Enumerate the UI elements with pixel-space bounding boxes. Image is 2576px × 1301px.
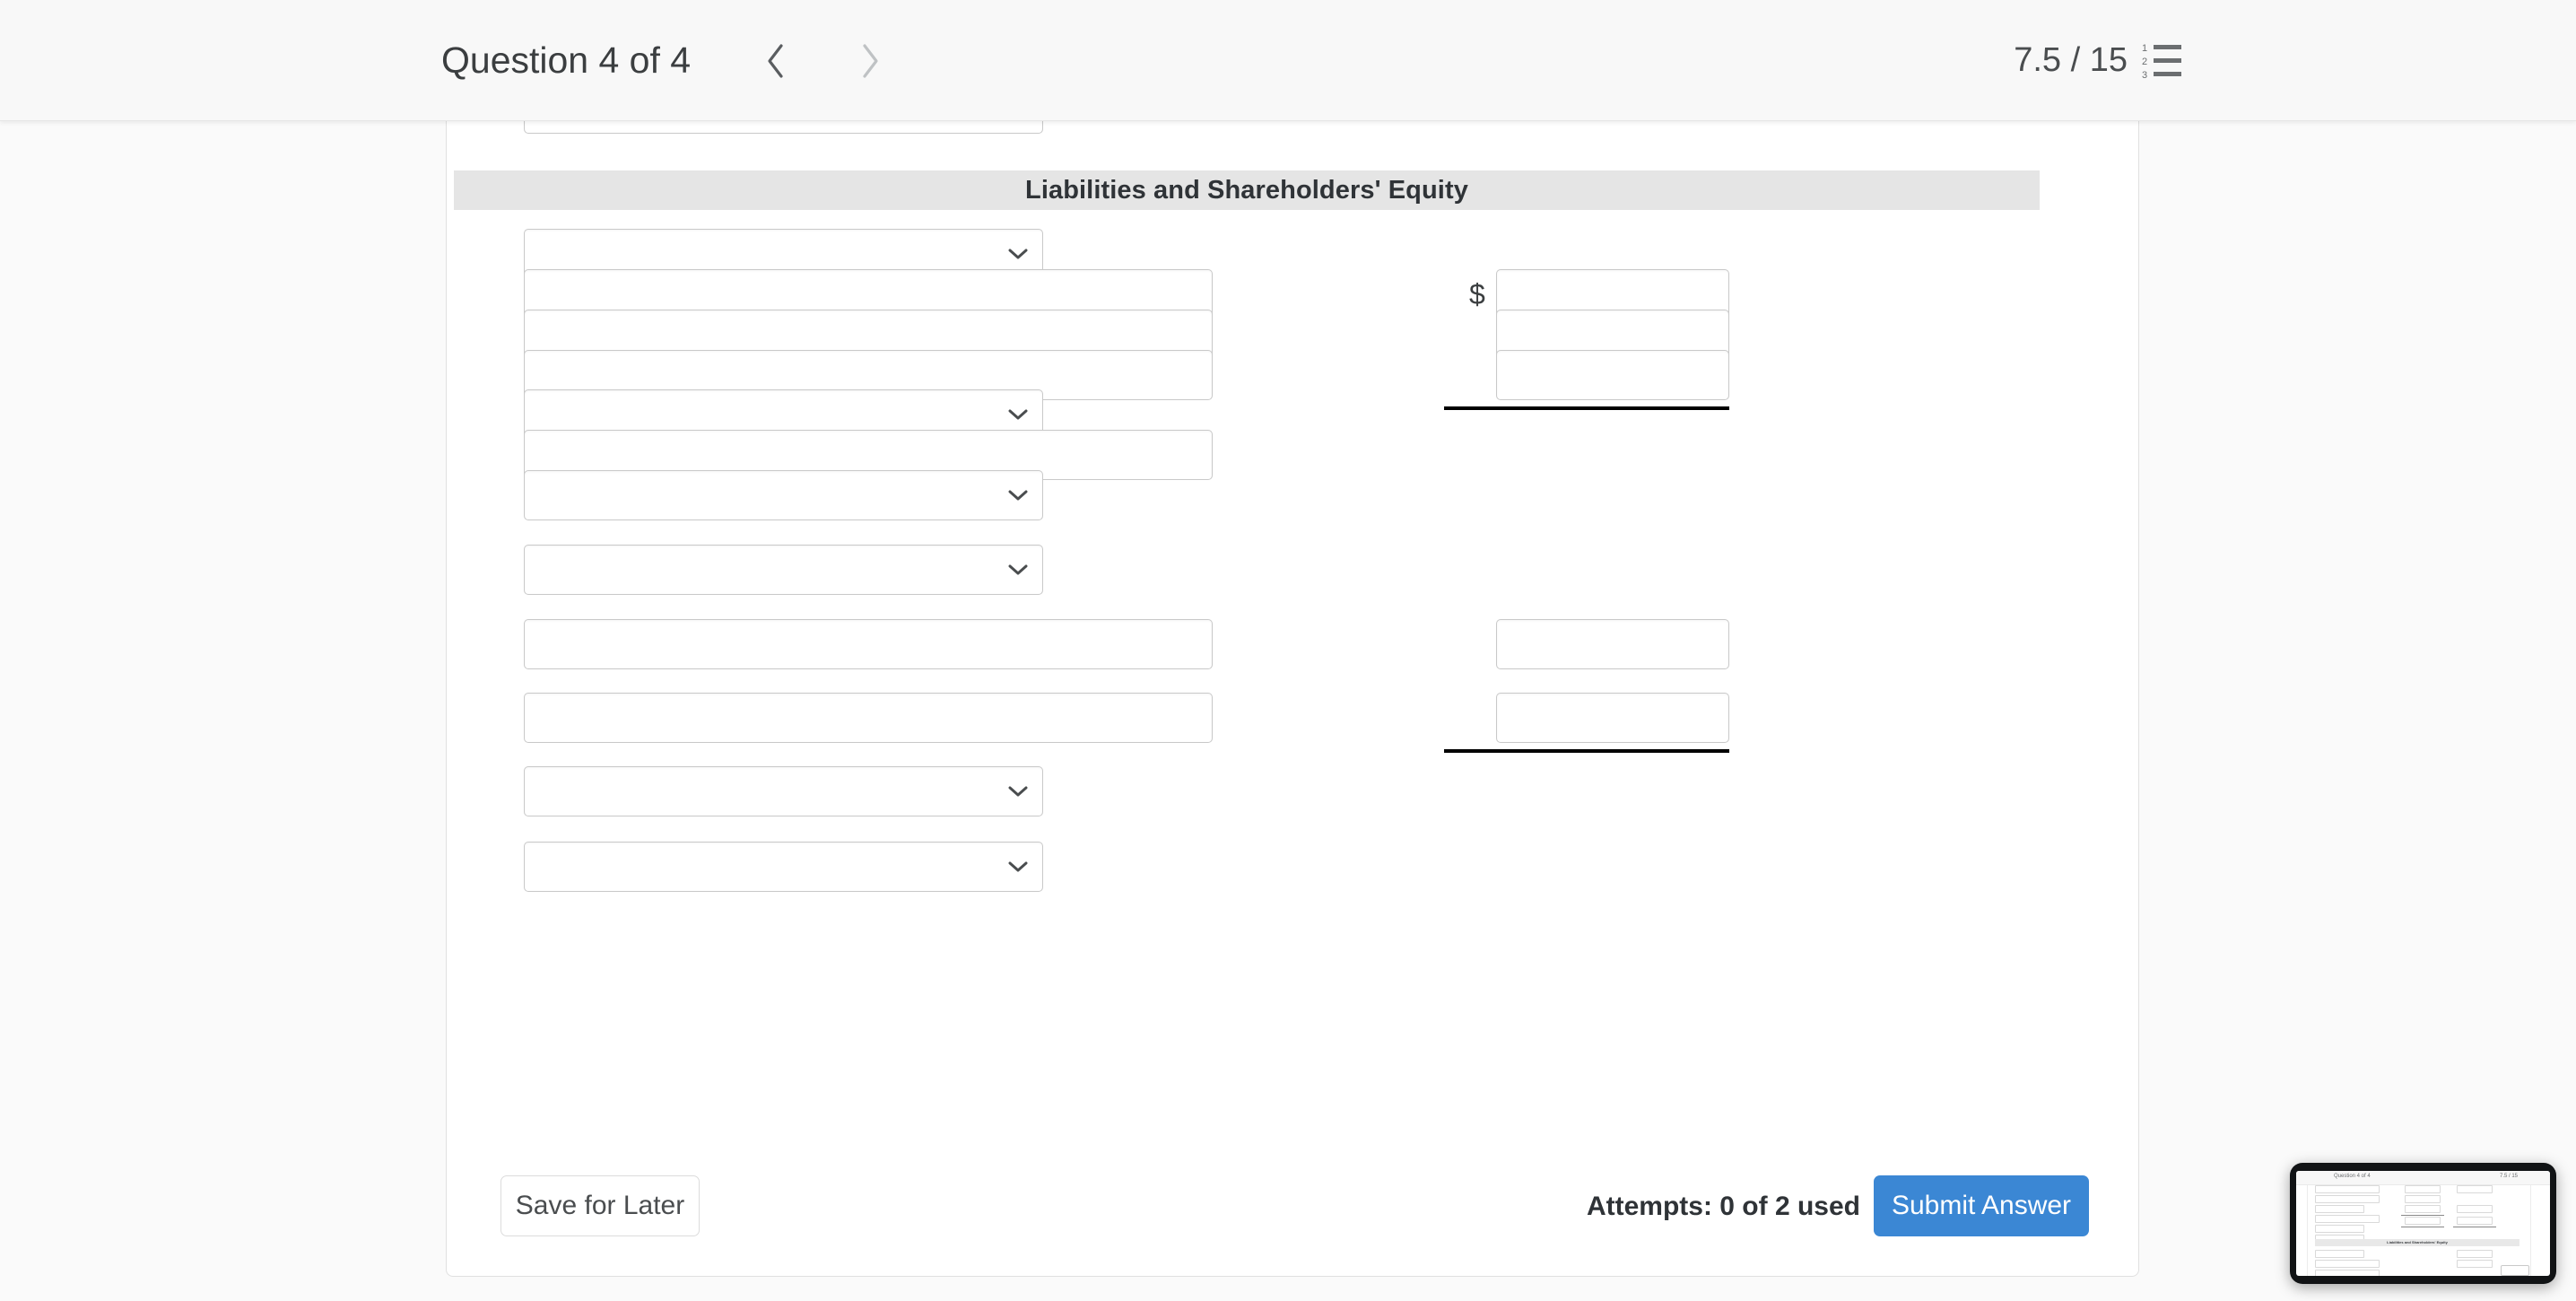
pip-card: Liabilities and Shareholders' Equity	[2307, 1185, 2531, 1276]
pip-save-button	[2501, 1265, 2529, 1276]
account-select-0[interactable]	[524, 121, 1043, 134]
account-text-5[interactable]	[524, 693, 1213, 743]
chevron-right-icon	[855, 39, 885, 83]
account-text-4[interactable]	[524, 619, 1213, 669]
pip-title: Question 4 of 4	[2334, 1174, 2371, 1179]
account-select-3-control[interactable]	[524, 470, 1043, 520]
subtotal-rule-0	[1444, 406, 1729, 410]
score-display: 7.5 / 15	[2014, 41, 2128, 79]
question-card: Liabilities and Shareholders' Equity $ S…	[446, 121, 2139, 1277]
chevron-left-icon	[761, 39, 791, 83]
submit-answer-button[interactable]: Submit Answer	[1874, 1175, 2089, 1236]
next-question-button[interactable]	[843, 34, 897, 88]
account-select-0-control[interactable]	[524, 121, 1043, 134]
svg-text:2: 2	[2142, 57, 2147, 67]
account-select-5-control[interactable]	[524, 766, 1043, 816]
picture-in-picture-preview[interactable]: Question 4 of 4 7.5 / 15 Liabilities and…	[2290, 1163, 2556, 1284]
account-select-6[interactable]	[524, 842, 1043, 892]
account-select-6-control[interactable]	[524, 842, 1043, 892]
account-select-4-control[interactable]	[524, 545, 1043, 595]
pip-screen: Question 4 of 4 7.5 / 15 Liabilities and…	[2296, 1171, 2550, 1276]
numbered-list-icon[interactable]: 1 2 3	[2142, 42, 2181, 81]
subtotal-rule-1	[1444, 749, 1729, 753]
currency-symbol: $	[1469, 278, 1485, 310]
pip-section-banner: Liabilities and Shareholders' Equity	[2315, 1239, 2519, 1246]
attempts-status: Attempts: 0 of 2 used	[1586, 1192, 1860, 1221]
section-banner-liabilities: Liabilities and Shareholders' Equity	[454, 170, 2040, 210]
save-for-later-button[interactable]: Save for Later	[500, 1175, 700, 1236]
amount-input-3[interactable]	[1496, 619, 1729, 669]
page-title: Question 4 of 4	[441, 39, 692, 81]
account-select-3[interactable]	[524, 470, 1043, 520]
svg-text:3: 3	[2142, 70, 2147, 80]
right-gutter	[2140, 121, 2576, 1301]
pip-score: 7.5 / 15	[2499, 1174, 2518, 1179]
app-header: Question 4 of 4 7.5 / 15 1 2 3	[0, 0, 2576, 121]
left-gutter	[0, 121, 446, 1301]
amount-input-4[interactable]	[1496, 693, 1729, 743]
amount-input-2[interactable]	[1496, 350, 1729, 400]
page-body: Liabilities and Shareholders' Equity $ S…	[0, 121, 2576, 1301]
previous-question-button[interactable]	[749, 34, 803, 88]
account-select-5[interactable]	[524, 766, 1043, 816]
account-select-4[interactable]	[524, 545, 1043, 595]
svg-text:1: 1	[2142, 43, 2147, 54]
